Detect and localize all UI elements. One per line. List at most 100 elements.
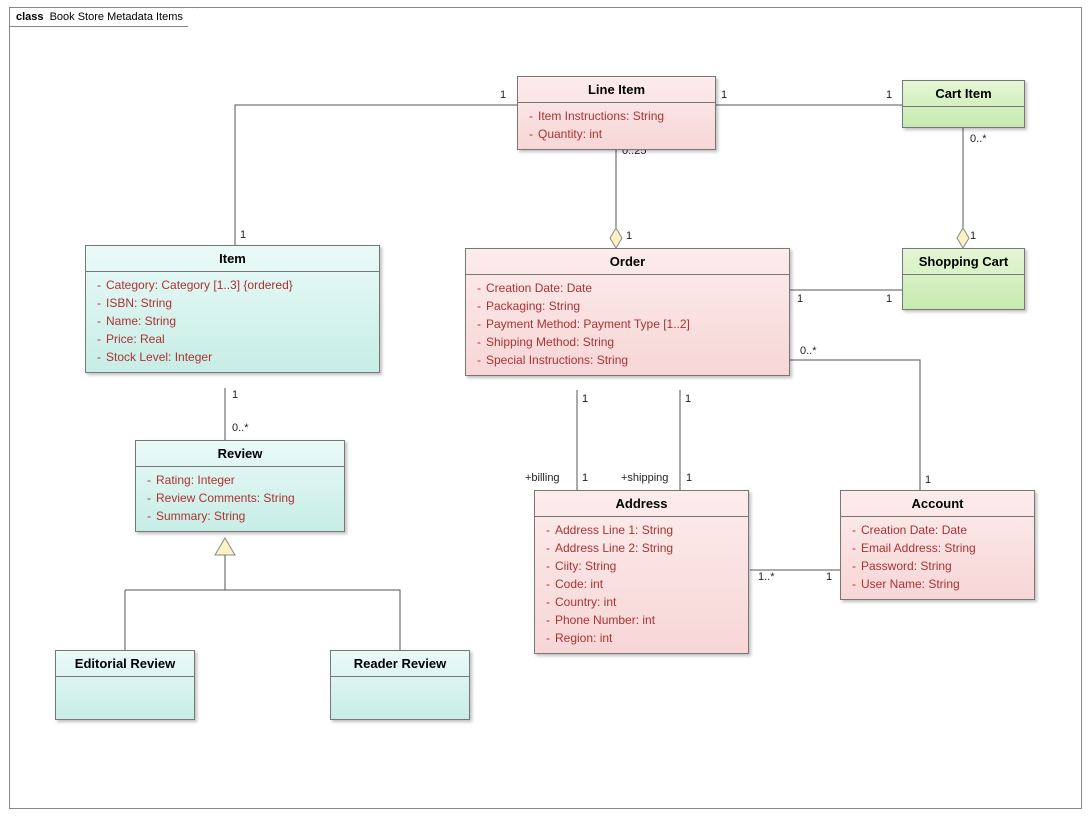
- class-editorial-review[interactable]: Editorial Review: [55, 650, 195, 720]
- visibility-marker: -: [142, 471, 156, 489]
- attribute-text: Email Address: String: [861, 539, 1028, 557]
- attribute-text: Shipping Method: String: [486, 333, 783, 351]
- attribute-row: -Payment Method: Payment Type [1..2]: [472, 315, 783, 333]
- role-label: +billing: [525, 472, 560, 484]
- visibility-marker: -: [472, 297, 486, 315]
- diagram-canvas: class Book Store Metadata Items 1: [0, 0, 1092, 817]
- attribute-row: -Category: Category [1..3] {ordered}: [92, 276, 373, 294]
- visibility-marker: -: [524, 107, 538, 125]
- attribute-text: User Name: String: [861, 575, 1028, 593]
- class-reader-review[interactable]: Reader Review: [330, 650, 470, 720]
- class-account[interactable]: Account -Creation Date: Date-Email Addre…: [840, 490, 1035, 600]
- class-name: Address: [535, 491, 748, 517]
- attribute-text: Ciity: String: [555, 557, 742, 575]
- diagram-title: class Book Store Metadata Items: [9, 7, 198, 27]
- class-name: Item: [86, 246, 379, 272]
- mult-label: 1: [721, 89, 727, 101]
- visibility-marker: -: [472, 315, 486, 333]
- attribute-row: -Name: String: [92, 312, 373, 330]
- mult-label: 1: [826, 571, 832, 583]
- mult-label: 1: [686, 472, 692, 484]
- visibility-marker: -: [541, 575, 555, 593]
- class-cart-item[interactable]: Cart Item: [902, 80, 1025, 128]
- class-attrs: -Creation Date: Date-Packaging: String-P…: [466, 275, 789, 375]
- mult-label: 0..*: [232, 422, 249, 434]
- attribute-text: Rating: Integer: [156, 471, 338, 489]
- class-attrs: -Address Line 1: String-Address Line 2: …: [535, 517, 748, 653]
- attribute-row: -Packaging: String: [472, 297, 783, 315]
- frame-name: Book Store Metadata Items: [50, 11, 183, 23]
- visibility-marker: -: [472, 279, 486, 297]
- attribute-row: -Address Line 1: String: [541, 521, 742, 539]
- attribute-text: Name: String: [106, 312, 373, 330]
- mult-label: 0..*: [970, 133, 987, 145]
- visibility-marker: -: [472, 351, 486, 369]
- mult-label: 1: [240, 229, 246, 241]
- attribute-text: Summary: String: [156, 507, 338, 525]
- class-attrs: -Item Instructions: String-Quantity: int: [518, 103, 715, 149]
- visibility-marker: -: [92, 276, 106, 294]
- attribute-text: Address Line 2: String: [555, 539, 742, 557]
- visibility-marker: -: [847, 521, 861, 539]
- class-order[interactable]: Order -Creation Date: Date-Packaging: St…: [465, 248, 790, 376]
- visibility-marker: -: [541, 521, 555, 539]
- mult-label: 0..*: [800, 345, 817, 357]
- attribute-row: -Rating: Integer: [142, 471, 338, 489]
- attribute-row: -Email Address: String: [847, 539, 1028, 557]
- mult-label: 1: [970, 230, 976, 242]
- class-address[interactable]: Address -Address Line 1: String-Address …: [534, 490, 749, 654]
- class-line-item[interactable]: Line Item -Item Instructions: String-Qua…: [517, 76, 716, 150]
- class-attrs: -Creation Date: Date-Email Address: Stri…: [841, 517, 1034, 599]
- attribute-text: Special Instructions: String: [486, 351, 783, 369]
- mult-label: 1..*: [758, 571, 775, 583]
- attribute-row: -Item Instructions: String: [524, 107, 709, 125]
- visibility-marker: -: [472, 333, 486, 351]
- attribute-row: -Password: String: [847, 557, 1028, 575]
- visibility-marker: -: [541, 539, 555, 557]
- class-review[interactable]: Review -Rating: Integer-Review Comments:…: [135, 440, 345, 532]
- visibility-marker: -: [92, 294, 106, 312]
- class-name: Editorial Review: [56, 651, 194, 677]
- class-attrs: -Category: Category [1..3] {ordered}-ISB…: [86, 272, 379, 372]
- class-name: Cart Item: [903, 81, 1024, 107]
- mult-label: 1: [685, 393, 691, 405]
- mult-label: 1: [582, 472, 588, 484]
- attribute-text: Code: int: [555, 575, 742, 593]
- class-item[interactable]: Item -Category: Category [1..3] {ordered…: [85, 245, 380, 373]
- visibility-marker: -: [92, 348, 106, 366]
- attribute-row: -Summary: String: [142, 507, 338, 525]
- attribute-text: Country: int: [555, 593, 742, 611]
- visibility-marker: -: [142, 489, 156, 507]
- attribute-text: Creation Date: Date: [486, 279, 783, 297]
- attribute-row: -Code: int: [541, 575, 742, 593]
- attribute-row: -Region: int: [541, 629, 742, 647]
- visibility-marker: -: [541, 557, 555, 575]
- class-name: Review: [136, 441, 344, 467]
- attribute-text: Review Comments: String: [156, 489, 338, 507]
- mult-label: 1: [582, 393, 588, 405]
- attribute-row: -Shipping Method: String: [472, 333, 783, 351]
- class-attrs: [903, 275, 1024, 285]
- visibility-marker: -: [524, 125, 538, 143]
- role-label: +shipping: [621, 472, 668, 484]
- class-attrs: [331, 677, 469, 687]
- mult-label: 1: [886, 293, 892, 305]
- visibility-marker: -: [541, 611, 555, 629]
- attribute-row: -Stock Level: Integer: [92, 348, 373, 366]
- attribute-row: -Special Instructions: String: [472, 351, 783, 369]
- class-name: Order: [466, 249, 789, 275]
- frame-keyword: class: [16, 11, 44, 23]
- attribute-text: Phone Number: int: [555, 611, 742, 629]
- class-shopping-cart[interactable]: Shopping Cart: [902, 248, 1025, 310]
- attribute-row: -Creation Date: Date: [847, 521, 1028, 539]
- class-name: Account: [841, 491, 1034, 517]
- attribute-row: -Phone Number: int: [541, 611, 742, 629]
- attribute-row: -User Name: String: [847, 575, 1028, 593]
- mult-label: 1: [232, 389, 238, 401]
- attribute-row: -Address Line 2: String: [541, 539, 742, 557]
- attribute-text: ISBN: String: [106, 294, 373, 312]
- class-name: Reader Review: [331, 651, 469, 677]
- attribute-text: Stock Level: Integer: [106, 348, 373, 366]
- attribute-row: -ISBN: String: [92, 294, 373, 312]
- attribute-row: -Ciity: String: [541, 557, 742, 575]
